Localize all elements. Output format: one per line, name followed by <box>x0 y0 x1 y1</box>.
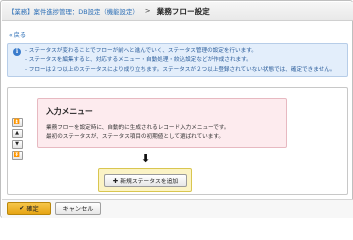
input-menu-card[interactable]: 入力メニュー 業務フローを設定時に、自動的に生成されるレコード入力メニューです。… <box>37 98 287 148</box>
page-title: 業務フロー設定 <box>156 6 210 16</box>
flow-down-arrow-icon: ⬇ <box>141 152 151 165</box>
info-line-1: - ステータスが変わることでフローが前へと進んでいく、ステータス管理の設定を行い… <box>25 48 257 54</box>
input-menu-description-1: 業務フローを設定時に、自動的に生成されるレコード入力メニューです。 <box>46 125 230 131</box>
breadcrumb-link-db-settings[interactable]: 【業務】案件進捗管理：DB設定（機能設定） <box>8 7 139 16</box>
move-down-button[interactable]: ▼ <box>11 140 23 149</box>
add-status-label: 新規ステータスを追加 <box>120 179 179 185</box>
back-link-label: 戻る <box>13 32 27 39</box>
move-bottom-button[interactable]: ⏬ <box>11 151 23 160</box>
move-up-button[interactable]: ▲ <box>11 129 23 138</box>
info-icon: i <box>13 48 21 56</box>
double-down-icon: ⏬ <box>13 152 21 158</box>
add-new-status-button[interactable]: ✚ 新規ステータスを追加 <box>104 174 187 187</box>
flow-editor-panel: ⏫ ▲ ▼ ⏬ 入力メニュー 業務フローを設定時に、自動的に生成されるレコード入… <box>7 87 348 195</box>
info-line-3: - フローは２つ以上のステータスにより成り立ちます。ステータスが２つ以上登録され… <box>25 66 336 73</box>
info-text: - ステータスが変わることでフローが前へと進んでいく、ステータス管理の設定を行い… <box>25 47 347 75</box>
reorder-controls: ⏫ ▲ ▼ ⏬ <box>9 118 25 160</box>
cancel-label: キャンセル <box>62 206 94 213</box>
confirm-button[interactable]: ✔ 確定 <box>7 202 51 215</box>
confirm-label: 確定 <box>26 206 39 213</box>
breadcrumb: 【業務】案件進捗管理：DB設定（機能設定） > 業務フロー設定 <box>2 2 353 21</box>
plus-icon: ✚ <box>112 176 119 185</box>
up-icon: ▲ <box>15 130 19 136</box>
back-arrow-icon: « <box>9 32 13 39</box>
back-link[interactable]: «戻る <box>9 30 26 39</box>
info-line-2: - ステータスを編集すると、対応するメニュー・自動処理・絞込設定などが作成されま… <box>25 57 252 64</box>
breadcrumb-separator: > <box>144 7 151 15</box>
info-box: i - ステータスが変わることでフローが前へと進んでいく、ステータス管理の設定を… <box>7 43 348 77</box>
footer-bar: ✔ 確定 キャンセル <box>2 199 353 218</box>
cancel-button[interactable]: キャンセル <box>55 202 101 215</box>
input-menu-title: 入力メニュー <box>46 107 93 116</box>
double-up-icon: ⏫ <box>13 119 21 125</box>
input-menu-description-2: 最初のステータスが、ステータス項目の初期値として選ばれています。 <box>46 134 224 140</box>
move-top-button[interactable]: ⏫ <box>11 118 23 127</box>
app-window: 【業務】案件進捗管理：DB設定（機能設定） > 業務フロー設定 «戻る i - … <box>0 0 353 218</box>
check-icon: ✔ <box>19 205 25 212</box>
add-status-highlight: ✚ 新規ステータスを追加 <box>98 168 192 192</box>
down-icon: ▼ <box>15 141 19 147</box>
